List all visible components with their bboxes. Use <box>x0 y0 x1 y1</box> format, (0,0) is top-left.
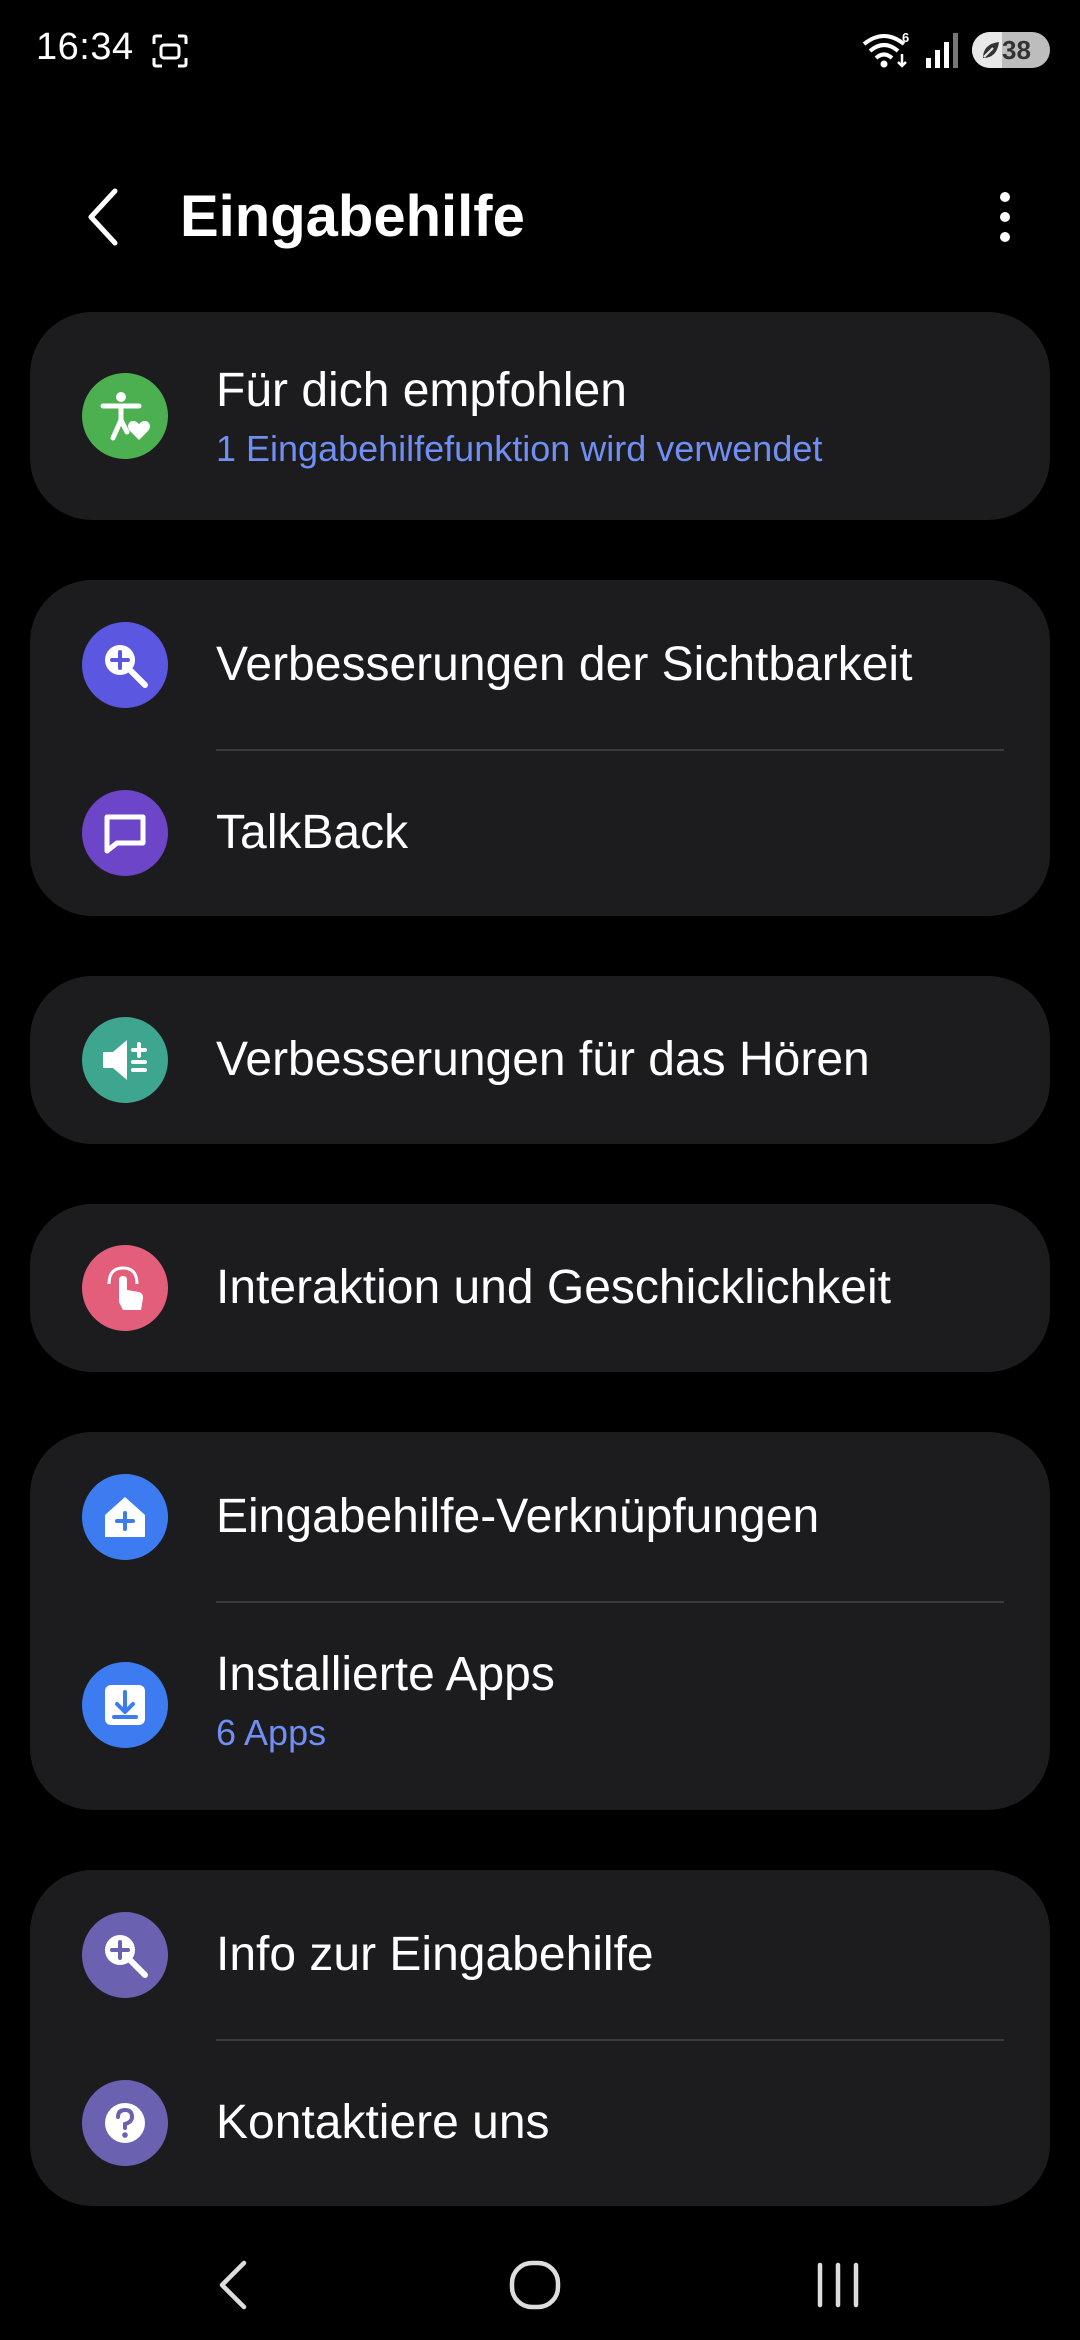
leaf-icon <box>983 42 999 58</box>
home-plus-icon <box>82 1474 168 1560</box>
question-mark-icon <box>82 2080 168 2166</box>
item-title: Kontaktiere uns <box>216 2096 550 2149</box>
back-nav-icon <box>219 2260 247 2310</box>
download-tray-icon <box>82 1662 168 1748</box>
chevron-left-icon <box>88 188 118 246</box>
list-item-shortcuts[interactable]: Eingabehilfe-Verknüpfungen <box>30 1432 1050 1602</box>
speaker-plus-icon <box>82 1017 168 1103</box>
status-bar: 16:34 6 38 <box>0 0 1080 100</box>
card-shortcuts-apps: Eingabehilfe-Verknüpfungen Installierte … <box>30 1432 1050 1810</box>
list-item-recommended[interactable]: Für dich empfohlen 1 Eingabehilfefunktio… <box>30 312 1050 520</box>
home-nav-icon <box>509 2260 561 2310</box>
list-item-hearing[interactable]: Verbesserungen für das Hören <box>30 976 1050 1144</box>
item-title: Für dich empfohlen <box>216 364 627 417</box>
touch-hand-icon <box>82 1245 168 1331</box>
magnifier-plus-icon <box>82 622 168 708</box>
page-title: Eingabehilfe <box>180 184 525 249</box>
nav-back-button[interactable] <box>189 2240 279 2330</box>
navigation-bar <box>0 2220 1080 2340</box>
list-item-info[interactable]: Info zur Eingabehilfe <box>30 1870 1050 2040</box>
list-item-contact[interactable]: Kontaktiere uns <box>30 2040 1050 2206</box>
item-subtitle: 6 Apps <box>216 1712 327 1753</box>
chat-bubble-icon <box>82 790 168 876</box>
status-icons: 6 38 <box>862 30 1050 70</box>
list-item-talkback[interactable]: TalkBack <box>30 750 1050 916</box>
wifi-badge: 6 <box>902 30 909 45</box>
item-title: Verbesserungen für das Hören <box>216 1033 870 1086</box>
screenshot-icon <box>152 34 188 68</box>
item-title: TalkBack <box>216 806 409 859</box>
item-title: Verbesserungen der Sichtbarkeit <box>216 638 913 691</box>
item-title: Interaktion und Geschicklichkeit <box>216 1261 891 1314</box>
list-item-interaction[interactable]: Interaktion und Geschicklichkeit <box>30 1204 1050 1372</box>
card-vision: Verbesserungen der Sichtbarkeit TalkBack <box>30 580 1050 916</box>
more-vertical-icon <box>1000 192 1010 242</box>
item-title: Eingabehilfe-Verknüpfungen <box>216 1490 820 1543</box>
card-interaction: Interaktion und Geschicklichkeit <box>30 1204 1050 1372</box>
battery-indicator: 38 <box>972 32 1050 68</box>
recents-nav-icon <box>817 2262 859 2308</box>
more-options-button[interactable] <box>970 182 1040 252</box>
status-time: 16:34 <box>36 26 134 68</box>
nav-home-button[interactable] <box>490 2240 580 2330</box>
signal-icon <box>926 33 958 68</box>
card-recommended: Für dich empfohlen 1 Eingabehilfefunktio… <box>30 312 1050 520</box>
card-hearing: Verbesserungen für das Hören <box>30 976 1050 1144</box>
wifi-icon: 6 <box>862 30 909 68</box>
nav-recents-button[interactable] <box>793 2240 883 2330</box>
back-button[interactable] <box>70 182 140 252</box>
app-bar: Eingabehilfe <box>0 160 1080 270</box>
item-title: Info zur Eingabehilfe <box>216 1928 654 1981</box>
list-item-visibility[interactable]: Verbesserungen der Sichtbarkeit <box>30 580 1050 750</box>
list-item-installed-apps[interactable]: Installierte Apps 6 Apps <box>30 1602 1050 1810</box>
item-title: Installierte Apps <box>216 1648 555 1701</box>
card-info-contact: Info zur Eingabehilfe Kontaktiere uns <box>30 1870 1050 2206</box>
item-subtitle: 1 Eingabehilfefunktion wird verwendet <box>216 428 823 469</box>
info-magnifier-icon <box>82 1912 168 1998</box>
accessibility-heart-icon <box>82 373 168 459</box>
battery-level: 38 <box>1002 34 1031 65</box>
